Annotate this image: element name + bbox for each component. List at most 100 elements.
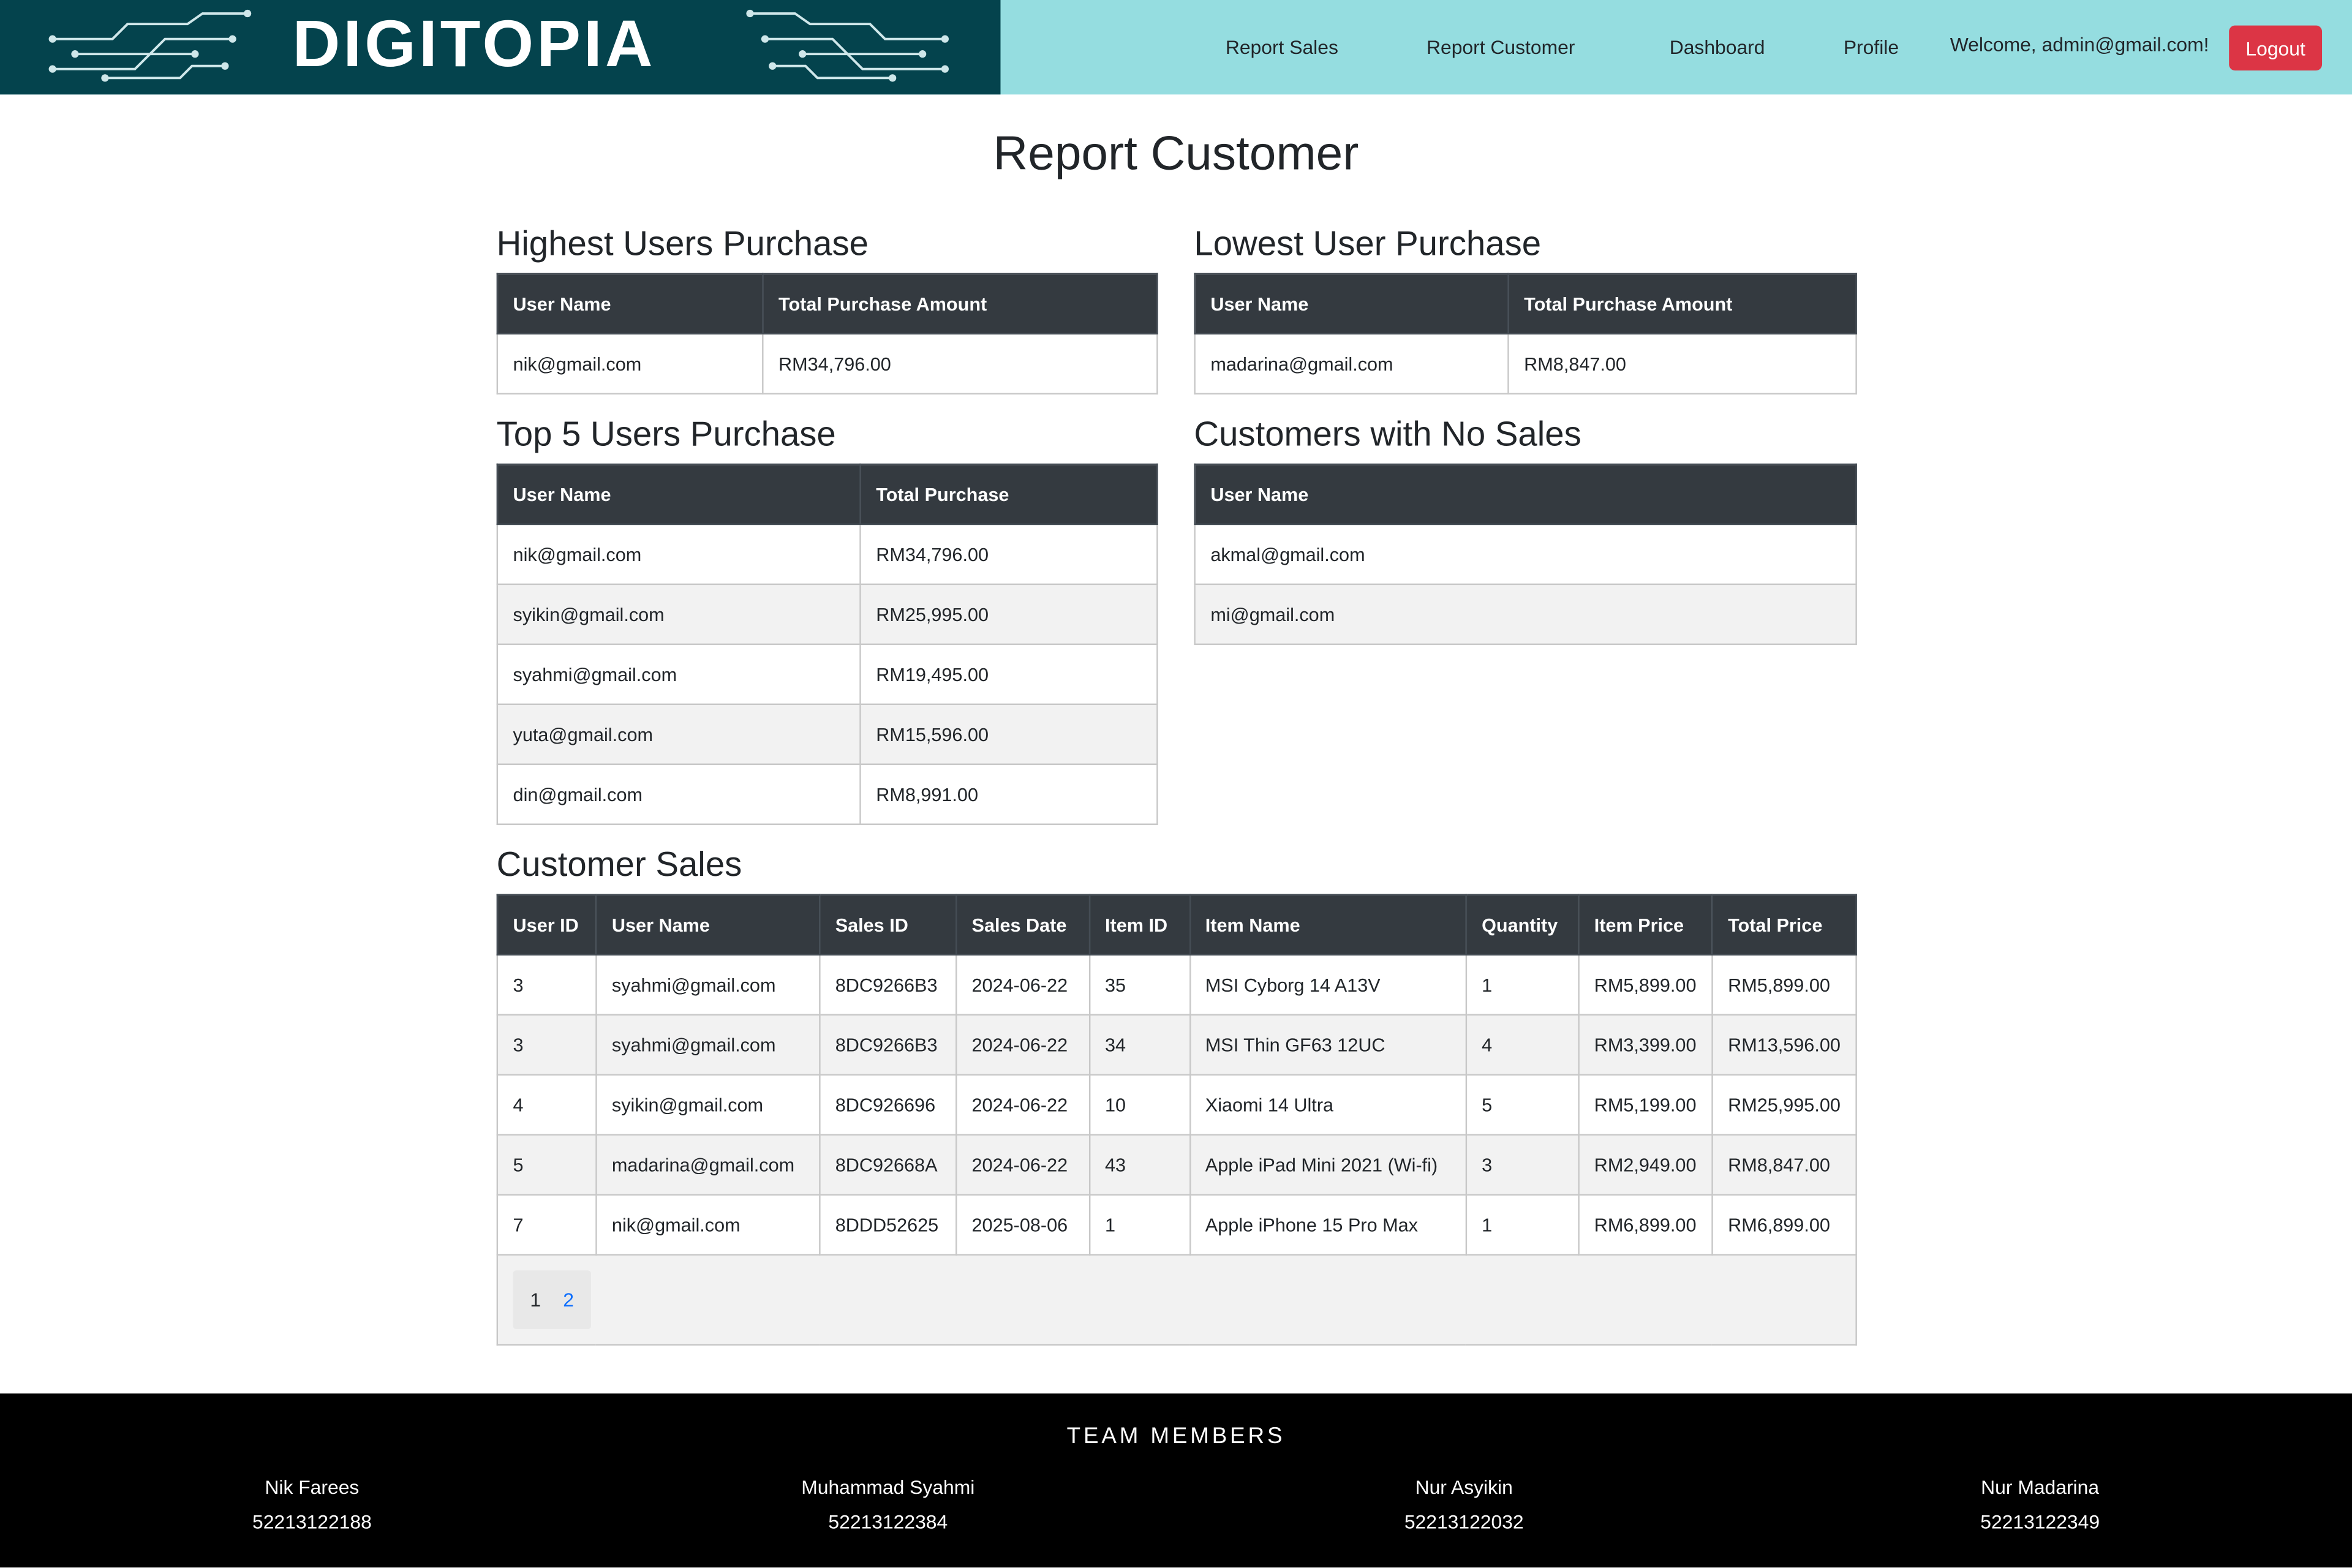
table-row: nik@gmail.com RM34,796.00 [496,523,1158,586]
amount-cell: RM19,495.00 [859,643,1158,706]
item-price-cell: RM5,199.00 [1577,1074,1713,1136]
top5-purchase-table: User Name Total Purchase nik@gmail.com R… [496,463,1158,825]
pagination-row: 1 2 [496,1254,1857,1346]
user-name-cell: nik@gmail.com [496,333,764,395]
item-id-cell: 1 [1088,1194,1191,1256]
user-name-cell: madarina@gmail.com [595,1134,821,1196]
user-id-cell: 5 [496,1134,597,1196]
nav-profile[interactable]: Profile [1844,36,1899,59]
table-row: syahmi@gmail.com RM19,495.00 [496,643,1158,706]
column-header: Item Price [1577,894,1713,956]
column-header: User Name [496,463,861,526]
user-id-cell: 3 [496,954,597,1016]
column-header: User Name [595,894,821,956]
column-header: Total Purchase Amount [762,273,1158,335]
user-name-cell: syahmi@gmail.com [595,954,821,1016]
table-row: 3 syahmi@gmail.com 8DC9266B3 2024-06-22 … [496,1014,1857,1076]
item-id-cell: 34 [1088,1014,1191,1076]
user-id-cell: 4 [496,1074,597,1136]
column-header: User ID [496,894,597,956]
member-id: 52213122188 [252,1510,372,1533]
user-name-cell: syikin@gmail.com [496,583,861,646]
table-row: mi@gmail.com [1194,583,1857,646]
nav-dashboard[interactable]: Dashboard [1670,36,1765,59]
sales-id-cell: 8DDD52625 [818,1194,957,1256]
page-title: Report Customer [993,126,1359,180]
footer: TEAM MEMBERS Nik Farees 52213122188 Muha… [0,1393,2352,1568]
brand-logo[interactable]: DIGITOPIA [0,0,1001,95]
no-sales-title: Customers with No Sales [1194,413,1581,453]
item-name-cell: MSI Cyborg 14 A13V [1188,954,1467,1016]
member-id: 52213122349 [1980,1510,2100,1533]
quantity-cell: 5 [1465,1074,1580,1136]
item-id-cell: 10 [1088,1074,1191,1136]
member-name: Nur Madarina [1981,1476,2100,1499]
table-row: syikin@gmail.com RM25,995.00 [496,583,1158,646]
user-name-cell: syahmi@gmail.com [595,1014,821,1076]
user-name-cell: syahmi@gmail.com [496,643,861,706]
circuit-right-icon [746,9,949,82]
page-1-button[interactable]: 1 [519,1289,552,1311]
quantity-cell: 1 [1465,954,1580,1016]
pagination-cell: 1 2 [496,1254,1857,1346]
column-header: Item ID [1088,894,1191,956]
nav-report-customer[interactable]: Report Customer [1427,36,1575,59]
logo-wordmark: DIGITOPIA [292,7,656,81]
sales-id-cell: 8DC9266B3 [818,1014,957,1076]
sales-id-cell: 8DC9266B3 [818,954,957,1016]
highest-purchase-table: User Name Total Purchase Amount nik@gmai… [496,273,1158,395]
logout-button[interactable]: Logout [2229,25,2323,71]
table-header-row: User Name Total Purchase Amount [496,273,1158,335]
user-name-cell: din@gmail.com [496,763,861,825]
item-id-cell: 35 [1088,954,1191,1016]
footer-title: TEAM MEMBERS [1066,1423,1286,1449]
column-header: User Name [1194,273,1509,335]
total-price-cell: RM6,899.00 [1711,1194,1857,1256]
total-price-cell: RM25,995.00 [1711,1074,1857,1136]
table-row: yuta@gmail.com RM15,596.00 [496,703,1158,765]
member-id: 52213122032 [1404,1510,1524,1533]
member-name: Muhammad Syahmi [801,1476,975,1499]
pagination: 1 2 [513,1270,591,1329]
lowest-purchase-table: User Name Total Purchase Amount madarina… [1194,273,1857,395]
sales-date-cell: 2024-06-22 [955,1074,1090,1136]
page: DIGITOPIA Report Sales Report Customer D… [0,0,2352,1568]
user-name-cell: yuta@gmail.com [496,703,861,765]
sales-date-cell: 2025-08-06 [955,1194,1090,1256]
column-header: Total Purchase Amount [1507,273,1857,335]
quantity-cell: 1 [1465,1194,1580,1256]
lowest-purchase-title: Lowest User Purchase [1194,223,1542,263]
amount-cell: RM34,796.00 [762,333,1158,395]
nav-report-sales[interactable]: Report Sales [1226,36,1338,59]
table-row: 5 madarina@gmail.com 8DC92668A 2024-06-2… [496,1134,1857,1196]
column-header: Item Name [1188,894,1467,956]
item-price-cell: RM6,899.00 [1577,1194,1713,1256]
user-name-cell: mi@gmail.com [1194,583,1857,646]
table-row: madarina@gmail.com RM8,847.00 [1194,333,1857,395]
page-2-link[interactable]: 2 [552,1289,585,1311]
item-name-cell: Apple iPad Mini 2021 (Wi-fi) [1188,1134,1467,1196]
item-name-cell: Xiaomi 14 Ultra [1188,1074,1467,1136]
member-name: Nur Asyikin [1415,1476,1513,1499]
user-name-cell: madarina@gmail.com [1194,333,1509,395]
table-header-row: User ID User Name Sales ID Sales Date It… [496,894,1857,956]
user-name-cell: syikin@gmail.com [595,1074,821,1136]
amount-cell: RM8,847.00 [1507,333,1857,395]
sales-id-cell: 8DC92668A [818,1134,957,1196]
total-price-cell: RM8,847.00 [1711,1134,1857,1196]
highest-purchase-title: Highest Users Purchase [496,223,869,263]
table-row: din@gmail.com RM8,991.00 [496,763,1158,825]
column-header: Quantity [1465,894,1580,956]
table-header-row: User Name Total Purchase [496,463,1158,526]
customer-sales-table: User ID User Name Sales ID Sales Date It… [496,894,1857,1346]
welcome-text: Welcome, admin@gmail.com! [1950,32,2209,56]
circuit-left-icon [48,9,252,82]
item-price-cell: RM2,949.00 [1577,1134,1713,1196]
column-header: Sales ID [818,894,957,956]
user-id-cell: 7 [496,1194,597,1256]
customer-sales-title: Customer Sales [496,844,742,884]
amount-cell: RM15,596.00 [859,703,1158,765]
column-header: User Name [1194,463,1857,526]
item-price-cell: RM5,899.00 [1577,954,1713,1016]
table-row: 3 syahmi@gmail.com 8DC9266B3 2024-06-22 … [496,954,1857,1016]
